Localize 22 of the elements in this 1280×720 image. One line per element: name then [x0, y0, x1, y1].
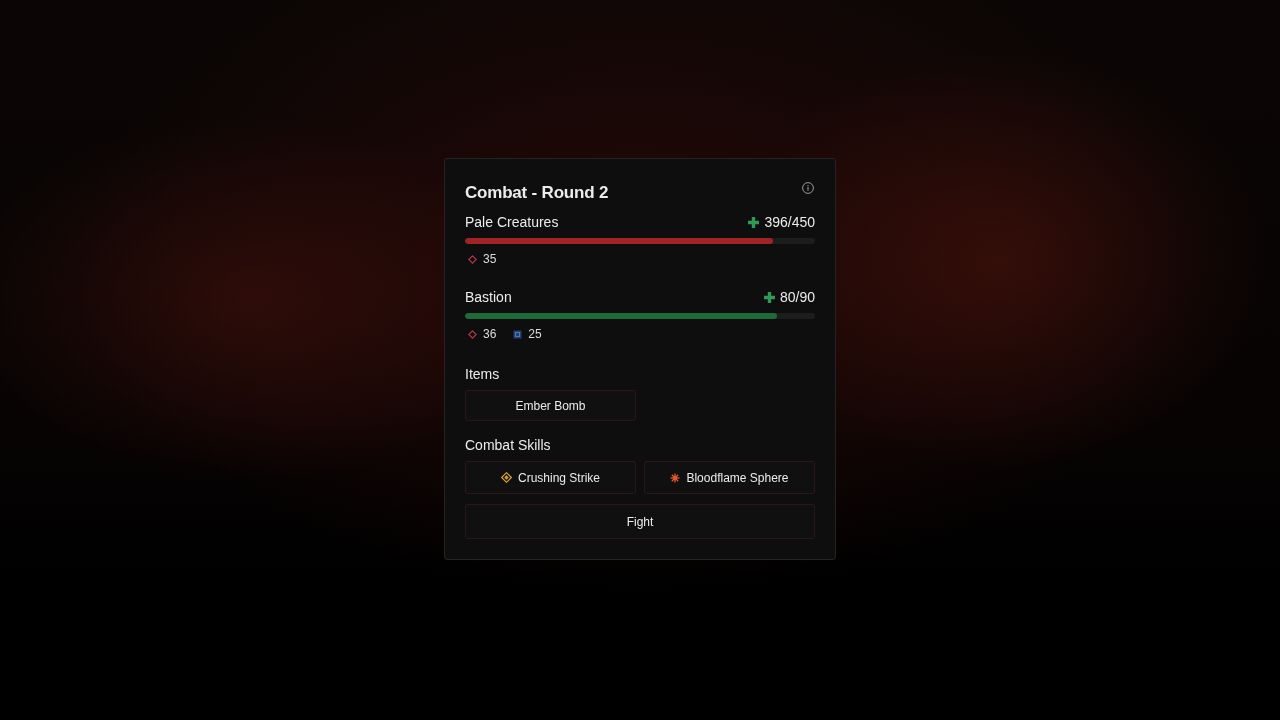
- health-value: 80/90: [779, 288, 815, 307]
- skill-button[interactable]: Bloodflame Sphere: [644, 461, 815, 494]
- diamond-icon: [468, 329, 477, 339]
- plus-icon: [748, 216, 760, 228]
- section-heading: Items: [465, 365, 501, 384]
- skill-button[interactable]: Crushing Strike: [465, 461, 636, 494]
- combatant-name: Pale Creatures: [465, 213, 559, 232]
- fight-button[interactable]: Fight: [465, 504, 815, 539]
- stat-value: 36: [483, 326, 497, 342]
- combatant-name: Bastion: [465, 288, 512, 307]
- info-icon: [802, 182, 814, 194]
- stat-value: 35: [483, 251, 497, 267]
- stat-value: 25: [528, 326, 542, 342]
- section-heading: Combat Skills: [465, 436, 552, 455]
- item-button[interactable]: Ember Bomb: [465, 390, 636, 421]
- plus-icon: [763, 291, 775, 303]
- burst-icon: [670, 472, 681, 483]
- panel-title: Combat - Round 2: [465, 182, 609, 204]
- square-icon: [513, 329, 523, 339]
- health-value: 396/450: [764, 213, 815, 232]
- diamond-icon: [501, 472, 512, 483]
- diamond-icon: [468, 254, 477, 264]
